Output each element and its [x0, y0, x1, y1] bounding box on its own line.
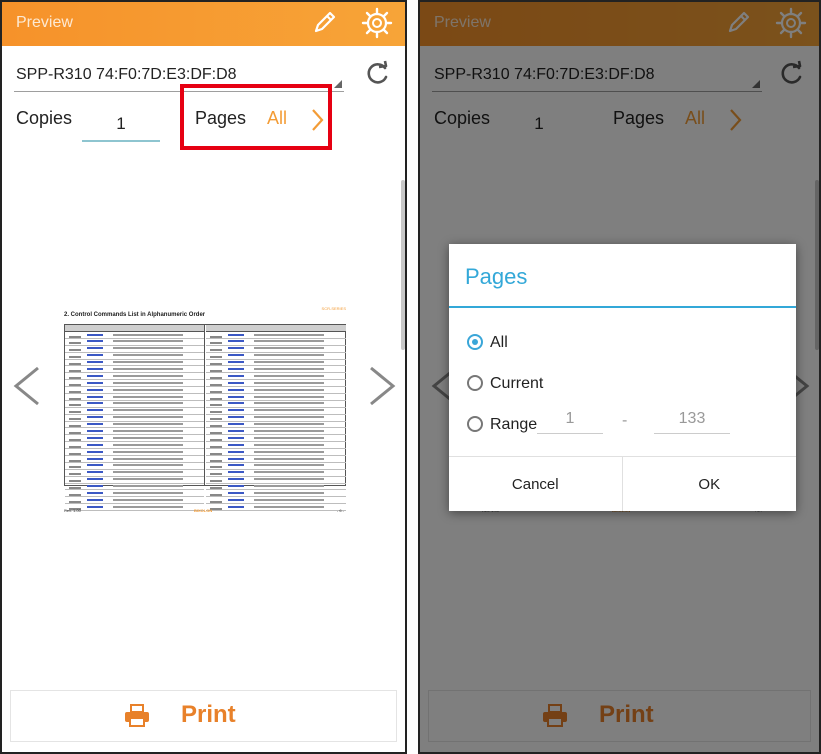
table-row	[65, 471, 204, 477]
table-row	[206, 367, 346, 374]
radio-all[interactable]	[467, 334, 483, 350]
table-row	[65, 498, 204, 505]
table-row	[206, 443, 346, 450]
table-row	[206, 402, 346, 408]
table-row	[206, 361, 346, 367]
table-row	[65, 374, 204, 381]
table-row	[206, 374, 346, 381]
table-row	[65, 478, 204, 484]
range-to-input[interactable]: 133	[654, 406, 730, 434]
edit-icon[interactable]	[309, 8, 339, 43]
refresh-icon[interactable]	[363, 60, 391, 93]
table-row	[65, 333, 204, 339]
table-row	[206, 409, 346, 415]
table-row	[206, 381, 346, 388]
table-row	[206, 347, 346, 353]
table-row	[206, 471, 346, 477]
table-row	[206, 416, 346, 422]
table-row	[65, 395, 204, 401]
table-row	[65, 402, 204, 408]
table-row	[65, 443, 204, 450]
copies-input[interactable]: 1	[82, 102, 160, 142]
document-footer-rev: Rev. 1.00	[64, 508, 81, 513]
table-row	[65, 388, 204, 395]
scrollbar[interactable]	[401, 180, 405, 350]
next-page-icon[interactable]	[365, 364, 399, 413]
pages-dialog: Pages All Current Range 1 - 133 Cancel O…	[449, 244, 796, 511]
document-heading: 2. Control Commands List in Alphanumeric…	[64, 312, 206, 318]
table-row	[65, 485, 204, 491]
command-table	[64, 324, 346, 512]
document-tag: SCR-SERIES	[321, 306, 346, 311]
table-row	[206, 429, 346, 436]
range-from-input[interactable]: 1	[537, 406, 603, 434]
table-row	[206, 436, 346, 443]
app-title: Preview	[16, 14, 73, 31]
radio-current[interactable]	[467, 375, 483, 391]
table-row	[206, 388, 346, 395]
table-row	[65, 347, 204, 353]
table-header	[206, 325, 346, 332]
table-row	[65, 457, 204, 463]
table-row	[206, 423, 346, 429]
dialog-title: Pages	[465, 264, 528, 289]
pages-highlight-box	[180, 84, 332, 150]
app-bar: Preview	[2, 2, 405, 46]
table-row	[65, 436, 204, 443]
table-row	[206, 457, 346, 463]
screen-preview: Preview SPP-R310 74:F0:7D:E3:DF:D8 Copie…	[0, 0, 407, 754]
document-preview: SCR-SERIES 2. Control Commands List in A…	[56, 302, 352, 532]
table-row	[65, 340, 204, 346]
cancel-button[interactable]: Cancel	[449, 457, 623, 511]
table-row	[65, 450, 204, 457]
table-left-half	[65, 325, 205, 512]
print-button[interactable]: Print	[10, 690, 397, 742]
radio-range[interactable]	[467, 416, 483, 432]
table-row	[206, 354, 346, 360]
radio-all-label[interactable]: All	[490, 334, 508, 352]
table-row	[206, 491, 346, 498]
dialog-button-bar: Cancel OK	[449, 456, 796, 511]
table-row	[65, 361, 204, 367]
table-row	[206, 395, 346, 401]
document-footer-brand: BIXOLON	[194, 508, 213, 513]
table-row	[65, 491, 204, 498]
table-row	[206, 485, 346, 491]
range-separator: -	[622, 412, 628, 429]
print-label: Print	[181, 701, 236, 728]
table-row	[65, 505, 204, 512]
previous-page-icon[interactable]	[10, 364, 44, 413]
radio-current-label[interactable]: Current	[490, 375, 543, 393]
table-row	[65, 381, 204, 388]
table-row	[65, 464, 204, 470]
dropdown-triangle-icon	[334, 80, 342, 88]
table-right-half	[206, 325, 346, 512]
table-row	[65, 409, 204, 415]
table-row	[206, 498, 346, 505]
printer-icon	[123, 704, 151, 733]
dialog-divider	[449, 306, 796, 308]
table-header	[65, 325, 204, 332]
screen-pages-dialog: Preview SPP-R310 74:F0:7D:E3:DF:D8 Copie…	[418, 0, 821, 754]
table-row	[65, 423, 204, 429]
radio-range-label[interactable]: Range	[490, 416, 537, 434]
table-row	[206, 464, 346, 470]
table-row	[206, 450, 346, 457]
table-row	[206, 333, 346, 339]
table-row	[65, 429, 204, 436]
document-footer-page: - 6 -	[336, 508, 344, 513]
table-row	[206, 478, 346, 484]
printer-name: SPP-R310 74:F0:7D:E3:DF:D8	[16, 66, 237, 83]
table-row	[206, 340, 346, 346]
table-row	[65, 416, 204, 422]
ok-button[interactable]: OK	[623, 457, 797, 511]
copies-label: Copies	[16, 108, 73, 128]
table-row	[65, 367, 204, 374]
table-row	[206, 505, 346, 512]
table-row	[65, 354, 204, 360]
gear-icon[interactable]	[361, 7, 393, 44]
